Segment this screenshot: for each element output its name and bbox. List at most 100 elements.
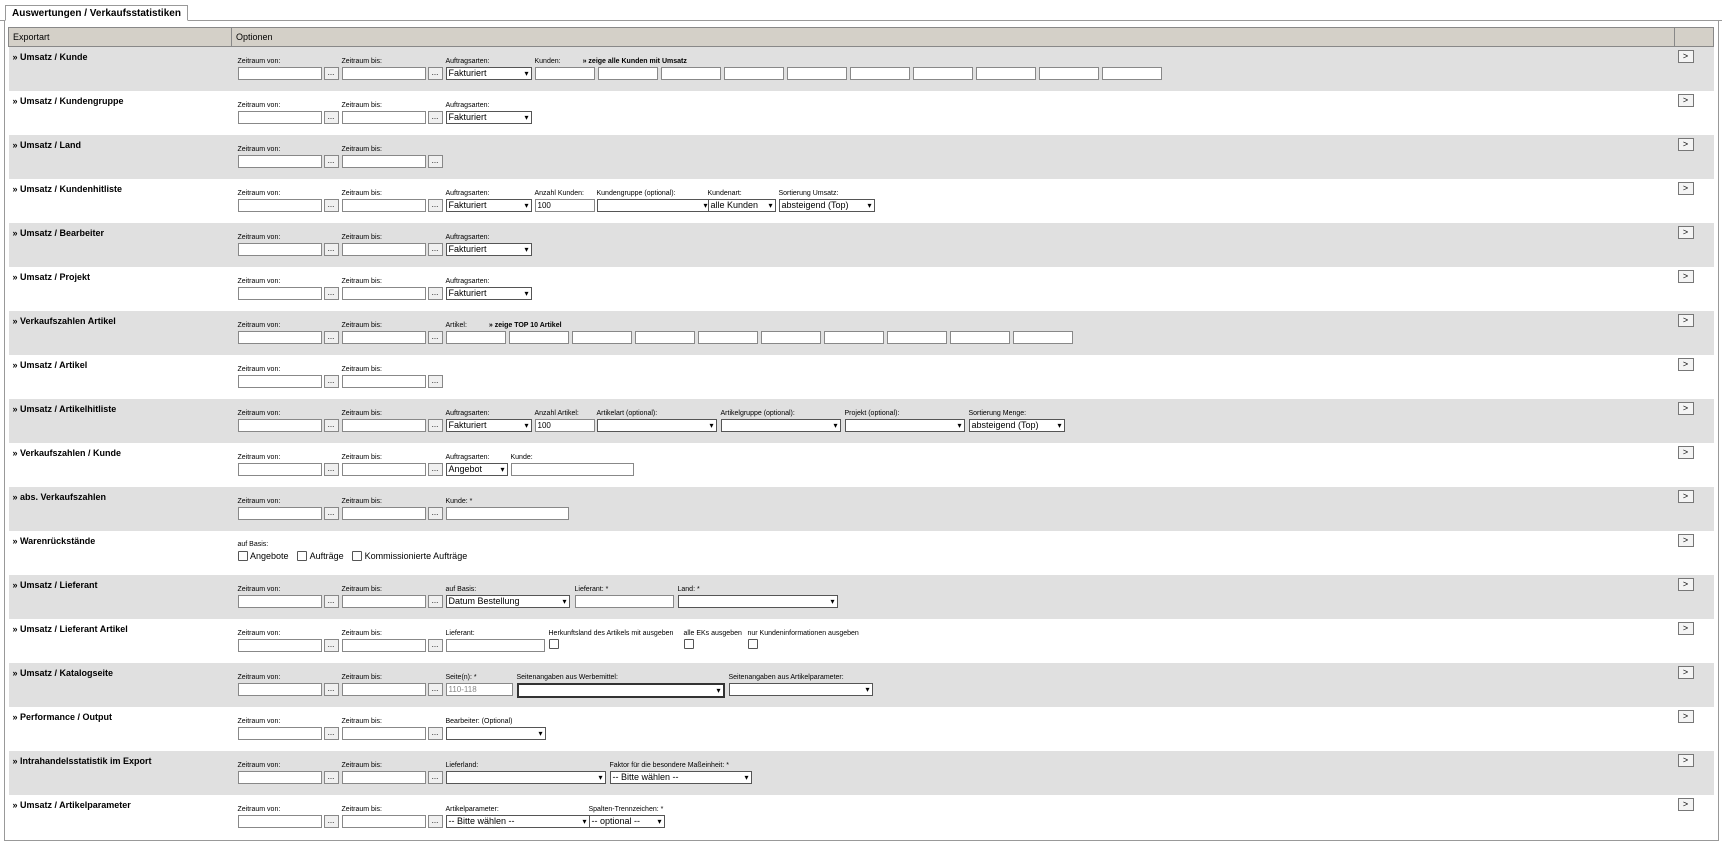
von-date-input[interactable] (237, 287, 322, 300)
anzahl-artikel-input[interactable]: 100 (534, 419, 595, 432)
artikel-input[interactable] (760, 331, 821, 344)
artikel-input[interactable] (823, 331, 884, 344)
auftragsarten-select[interactable]: Angebot ▾ (445, 463, 508, 476)
lieferland-select[interactable]: ▾ (445, 771, 606, 784)
von-picker-button[interactable]: ... (323, 419, 339, 432)
artikel-input[interactable] (697, 331, 758, 344)
bis-picker-button[interactable]: ... (427, 595, 443, 608)
herkunft-checkbox[interactable] (548, 639, 559, 649)
von-picker-button[interactable]: ... (323, 243, 339, 256)
artikel-input[interactable] (508, 331, 569, 344)
bis-picker-button[interactable]: ... (427, 287, 443, 300)
kunden-input[interactable] (1101, 67, 1162, 80)
von-date-input[interactable] (237, 771, 322, 784)
von-date-input[interactable] (237, 639, 322, 652)
kunde-input[interactable] (510, 463, 634, 476)
artikelart-select[interactable]: ▾ (596, 419, 717, 432)
kunden-input[interactable] (786, 67, 847, 80)
export-button[interactable]: > (1677, 578, 1694, 591)
bis-date-input[interactable] (341, 771, 426, 784)
kunden-input[interactable] (660, 67, 721, 80)
export-button[interactable]: > (1677, 270, 1694, 283)
auftragsarten-select[interactable]: Fakturiert ▾ (445, 243, 532, 256)
bis-date-input[interactable] (341, 67, 426, 80)
bis-picker-button[interactable]: ... (427, 463, 443, 476)
bis-picker-button[interactable]: ... (427, 155, 443, 168)
export-button[interactable]: > (1677, 94, 1694, 107)
bis-picker-button[interactable]: ... (427, 375, 443, 388)
artikelgruppe-select[interactable]: ▾ (720, 419, 841, 432)
bis-picker-button[interactable]: ... (427, 419, 443, 432)
bis-picker-button[interactable]: ... (427, 815, 443, 828)
bis-picker-button[interactable]: ... (427, 771, 443, 784)
bis-date-input[interactable] (341, 287, 426, 300)
von-picker-button[interactable]: ... (323, 375, 339, 388)
von-date-input[interactable] (237, 111, 322, 124)
export-button[interactable]: > (1677, 490, 1694, 503)
seiten-input[interactable]: 110-118 (445, 683, 513, 696)
von-picker-button[interactable]: ... (323, 331, 339, 344)
bis-date-input[interactable] (341, 111, 426, 124)
bis-date-input[interactable] (341, 199, 426, 212)
von-date-input[interactable] (237, 595, 322, 608)
artikel-input[interactable] (634, 331, 695, 344)
auftragsarten-select[interactable]: Fakturiert ▾ (445, 67, 532, 80)
bis-date-input[interactable] (341, 375, 426, 388)
von-date-input[interactable] (237, 507, 322, 520)
sortierung-menge-select[interactable]: absteigend (Top) ▾ (968, 419, 1065, 432)
artikelparameter-select[interactable]: ▾ (728, 683, 873, 696)
kunden-input[interactable] (912, 67, 973, 80)
von-date-input[interactable] (237, 67, 322, 80)
bis-date-input[interactable] (341, 727, 426, 740)
show-all-customers-link[interactable]: » zeige alle Kunden mit Umsatz (583, 58, 687, 65)
von-picker-button[interactable]: ... (323, 683, 339, 696)
export-button[interactable]: > (1677, 798, 1694, 811)
export-button[interactable]: > (1677, 226, 1694, 239)
von-date-input[interactable] (237, 683, 322, 696)
artikel-input[interactable] (1012, 331, 1073, 344)
von-picker-button[interactable]: ... (323, 771, 339, 784)
von-picker-button[interactable]: ... (323, 595, 339, 608)
von-date-input[interactable] (237, 463, 322, 476)
lieferant-input[interactable] (445, 639, 545, 652)
von-picker-button[interactable]: ... (323, 199, 339, 212)
artikel-input[interactable] (949, 331, 1010, 344)
bis-picker-button[interactable]: ... (427, 111, 443, 124)
basis-select[interactable]: Datum Bestellung ▾ (445, 595, 570, 608)
von-picker-button[interactable]: ... (323, 507, 339, 520)
kunden-input[interactable] (723, 67, 784, 80)
trennzeichen-select[interactable]: -- optional -- ▾ (588, 815, 665, 828)
show-top10-link[interactable]: » zeige TOP 10 Artikel (489, 322, 562, 329)
kundenart-select[interactable]: alle Kunden ▾ (707, 199, 776, 212)
export-button[interactable]: > (1677, 666, 1694, 679)
kunden-input[interactable] (534, 67, 595, 80)
von-date-input[interactable] (237, 155, 322, 168)
werbemittel-select[interactable]: ▾ (516, 683, 725, 698)
auftragsarten-select[interactable]: Fakturiert ▾ (445, 199, 532, 212)
export-button[interactable]: > (1677, 754, 1694, 767)
artikel-input[interactable] (571, 331, 632, 344)
bis-picker-button[interactable]: ... (427, 331, 443, 344)
tab-verkaufsstatistiken[interactable]: Auswertungen / Verkaufsstatistiken (5, 5, 188, 21)
projekt-select[interactable]: ▾ (844, 419, 965, 432)
kunden-input[interactable] (597, 67, 658, 80)
von-date-input[interactable] (237, 375, 322, 388)
bis-date-input[interactable] (341, 595, 426, 608)
bis-date-input[interactable] (341, 331, 426, 344)
bis-date-input[interactable] (341, 683, 426, 696)
von-date-input[interactable] (237, 727, 322, 740)
kundeninfo-checkbox[interactable] (747, 639, 758, 649)
bis-date-input[interactable] (341, 639, 426, 652)
auftragsarten-select[interactable]: Fakturiert ▾ (445, 419, 532, 432)
von-picker-button[interactable]: ... (323, 815, 339, 828)
von-picker-button[interactable]: ... (323, 67, 339, 80)
bis-picker-button[interactable]: ... (427, 727, 443, 740)
kunde-input[interactable] (445, 507, 569, 520)
von-picker-button[interactable]: ... (323, 111, 339, 124)
export-button[interactable]: > (1677, 138, 1694, 151)
von-picker-button[interactable]: ... (323, 727, 339, 740)
bis-date-input[interactable] (341, 155, 426, 168)
eks-checkbox[interactable] (683, 639, 694, 649)
kunden-input[interactable] (975, 67, 1036, 80)
von-picker-button[interactable]: ... (323, 287, 339, 300)
